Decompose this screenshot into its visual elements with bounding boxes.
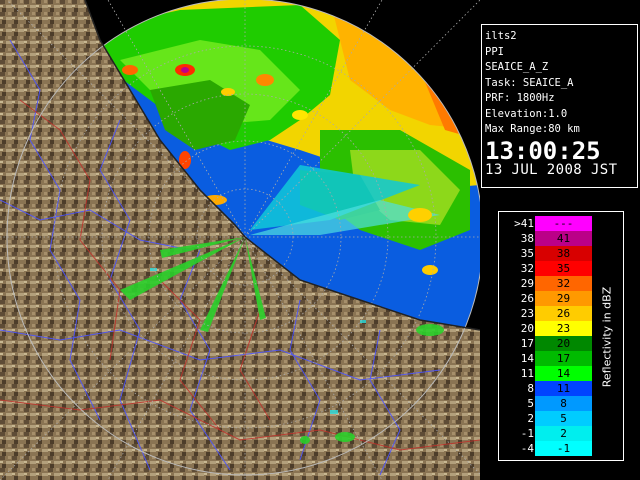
legend-lower-value: >41 <box>514 217 534 230</box>
legend-lower-value: 23 <box>520 307 534 320</box>
legend-upper-value: 14 <box>556 367 571 380</box>
legend-lower-value: 8 <box>527 382 534 395</box>
elevation-value: Elevation:1.0 <box>485 107 568 120</box>
legend-lower-value: 26 <box>520 292 534 305</box>
legend-upper-value: 41 <box>556 232 571 245</box>
legend-lower-value: -4 <box>520 442 534 455</box>
observation-time: 13:00:25 <box>485 136 601 165</box>
legend-row: 35 38 <box>499 246 623 261</box>
legend-upper-value: 38 <box>556 247 571 260</box>
prf-value: PRF: 1800Hz <box>485 92 555 104</box>
legend-upper-value: 20 <box>556 337 571 350</box>
legend-upper-value: 2 <box>560 427 567 440</box>
legend-lower-value: 35 <box>520 247 534 260</box>
scan-type: PPI <box>485 45 504 58</box>
legend-lower-value: 20 <box>520 322 534 335</box>
color-legend: >41 --- 38 41 35 38 32 35 29 32 26 29 23 26 20 23 17 20 14… <box>498 211 624 461</box>
legend-upper-value: 29 <box>556 292 571 305</box>
legend-lower-value: 11 <box>520 367 534 380</box>
legend-upper-value: -1 <box>556 442 571 455</box>
legend-lower-value: -1 <box>520 427 534 440</box>
observation-date: 13 JUL 2008 JST <box>485 161 618 178</box>
legend-upper-value: 5 <box>560 412 567 425</box>
legend-lower-value: 14 <box>520 352 534 365</box>
legend-lower-value: 38 <box>520 232 534 245</box>
legend-row: 38 41 <box>499 231 623 246</box>
legend-row: >41 --- <box>499 216 623 231</box>
legend-lower-value: 29 <box>520 277 534 290</box>
legend-row: 32 35 <box>499 261 623 276</box>
legend-row: -1 2 <box>499 426 623 441</box>
legend-lower-value: 32 <box>520 262 534 275</box>
radar-display: ilts2 PPI SEAICE_A_Z Task: SEAICE_A PRF:… <box>0 0 640 480</box>
legend-upper-value: --- <box>553 217 574 230</box>
legend-lower-value: 5 <box>527 397 534 410</box>
task-name: Task: SEAICE_A <box>485 76 574 89</box>
product-name: SEAICE_A_Z <box>485 61 549 73</box>
info-panel: ilts2 PPI SEAICE_A_Z Task: SEAICE_A PRF:… <box>481 24 638 188</box>
legend-title: Reflectivity in dBZ <box>600 286 614 388</box>
legend-upper-value: 17 <box>556 352 571 365</box>
max-range-value: Max Range:80 km <box>485 123 580 135</box>
legend-upper-value: 23 <box>556 322 571 335</box>
legend-upper-value: 26 <box>556 307 571 320</box>
radar-ppi-image <box>0 0 480 480</box>
legend-upper-value: 11 <box>556 382 571 395</box>
legend-row: 25 <box>499 411 623 426</box>
legend-upper-value: 8 <box>560 397 567 410</box>
radar-name: ilts2 <box>485 30 517 42</box>
legend-upper-value: 32 <box>556 277 571 290</box>
legend-row: 58 <box>499 396 623 411</box>
legend-lower-value: 17 <box>520 337 534 350</box>
legend-row: -4 -1 <box>499 441 623 456</box>
legend-lower-value: 2 <box>527 412 534 425</box>
legend-upper-value: 35 <box>556 262 571 275</box>
